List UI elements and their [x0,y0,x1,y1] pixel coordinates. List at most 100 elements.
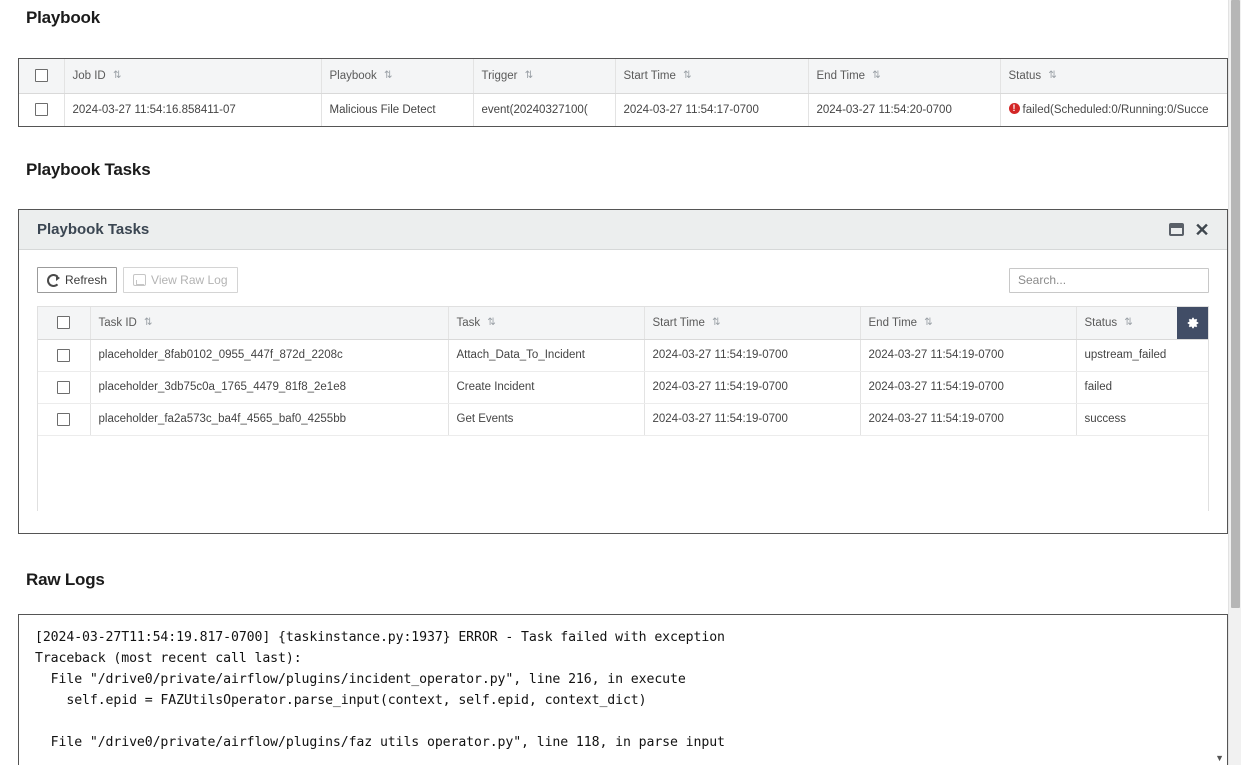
panel-header: Playbook Tasks ✕ [19,210,1227,250]
column-header-label: Start Time [653,317,705,329]
column-header-end-time[interactable]: End Time ⇅ [808,59,1000,93]
cell-status: failed [1076,371,1209,403]
tasks-grid: Task ID ⇅ Task ⇅ Start Time ⇅ [38,307,1209,436]
select-all-checkbox[interactable] [35,69,48,82]
column-header-task[interactable]: Task ⇅ [448,307,644,339]
scrollbar[interactable] [1228,0,1241,765]
tasks-select-all-header[interactable] [38,307,90,339]
sort-icon[interactable]: ⇅ [712,318,720,328]
cell-start-time: 2024-03-27 11:54:19-0700 [644,371,860,403]
cell-task-id: placeholder_3db75c0a_1765_4479_81f8_2e1e… [90,371,448,403]
page-root: Playbook [0,0,1241,765]
column-header-label: End Time [817,70,866,82]
column-header-label: Status [1085,317,1118,329]
tasks-table: Task ID ⇅ Task ⇅ Start Time ⇅ [37,306,1209,511]
select-all-checkbox[interactable] [57,316,70,329]
raw-log-icon [133,274,146,286]
raw-logs-panel[interactable]: [2024-03-27T11:54:19.817-0700] {taskinst… [18,614,1228,765]
playbook-tasks-section-title: Playbook Tasks [26,160,150,180]
row-checkbox[interactable] [57,349,70,362]
tasks-header-row: Task ID ⇅ Task ⇅ Start Time ⇅ [38,307,1209,339]
search-input[interactable] [1009,268,1209,293]
cell-status: success [1076,403,1209,435]
sort-icon[interactable]: ⇅ [924,318,932,328]
row-checkbox[interactable] [57,413,70,426]
status-badge: failed(Scheduled:0/Running:0/Succe [1023,104,1209,116]
playbook-table: Job ID ⇅ Playbook ⇅ Trigger ⇅ Start Ti [18,58,1228,127]
playbook-grid: Job ID ⇅ Playbook ⇅ Trigger ⇅ Start Ti [19,59,1228,126]
column-header-label: Status [1009,70,1042,82]
gear-icon[interactable] [1177,307,1208,339]
column-header-label: End Time [869,317,918,329]
cell-trigger: event(20240327100( [473,93,615,126]
column-header-label: Job ID [73,70,106,82]
cell-start-time: 2024-03-27 11:54:19-0700 [644,339,860,371]
playbook-header-row: Job ID ⇅ Playbook ⇅ Trigger ⇅ Start Ti [19,59,1228,93]
error-circle-icon [1009,103,1020,114]
refresh-icon [47,274,60,287]
table-row[interactable]: placeholder_8fab0102_0955_447f_872d_2208… [38,339,1209,371]
tasks-table-empty-area [38,436,1208,509]
column-header-job-id[interactable]: Job ID ⇅ [64,59,321,93]
cell-task-id: placeholder_fa2a573c_ba4f_4565_baf0_4255… [90,403,448,435]
column-header-label: Trigger [482,70,518,82]
scrollbar-thumb[interactable] [1231,0,1240,608]
close-icon[interactable]: ✕ [1189,217,1215,243]
cell-task: Create Incident [448,371,644,403]
cell-status: failed(Scheduled:0/Running:0/Succe [1000,93,1228,126]
column-header-task-id[interactable]: Task ID ⇅ [90,307,448,339]
tasks-toolbar: Refresh View Raw Log [37,266,1209,294]
sort-icon[interactable]: ⇅ [683,71,691,81]
row-select-cell[interactable] [38,339,90,371]
panel-body: Refresh View Raw Log [19,250,1227,532]
cell-playbook: Malicious File Detect [321,93,473,126]
sort-icon[interactable]: ⇅ [1124,318,1132,328]
column-header-task-start-time[interactable]: Start Time ⇅ [644,307,860,339]
cell-status: upstream_failed [1076,339,1209,371]
sort-icon[interactable]: ⇅ [384,71,392,81]
cell-task: Get Events [448,403,644,435]
cell-task: Attach_Data_To_Incident [448,339,644,371]
restore-window-icon[interactable] [1163,217,1189,243]
sort-icon[interactable]: ⇅ [487,318,495,328]
cell-start-time: 2024-03-27 11:54:17-0700 [615,93,808,126]
cell-end-time: 2024-03-27 11:54:19-0700 [860,371,1076,403]
sort-icon[interactable]: ⇅ [525,71,533,81]
row-select-cell[interactable] [19,93,64,126]
select-all-header[interactable] [19,59,64,93]
row-select-cell[interactable] [38,403,90,435]
column-header-start-time[interactable]: Start Time ⇅ [615,59,808,93]
cell-job-id: 2024-03-27 11:54:16.858411-07 [64,93,321,126]
scroll-down-arrow-icon[interactable]: ▼ [1215,754,1224,763]
raw-logs-text: [2024-03-27T11:54:19.817-0700] {taskinst… [35,627,1227,753]
column-header-label: Playbook [330,70,377,82]
row-checkbox[interactable] [35,103,48,116]
sort-icon[interactable]: ⇅ [1048,71,1056,81]
column-header-task-end-time[interactable]: End Time ⇅ [860,307,1076,339]
playbook-tasks-panel: Playbook Tasks ✕ Refresh View Raw Lo [18,209,1228,534]
table-row[interactable]: 2024-03-27 11:54:16.858411-07 Malicious … [19,93,1228,126]
row-select-cell[interactable] [38,371,90,403]
view-raw-log-button-label: View Raw Log [151,273,228,287]
refresh-button-label: Refresh [65,273,107,287]
table-row[interactable]: placeholder_3db75c0a_1765_4479_81f8_2e1e… [38,371,1209,403]
column-header-label: Task [457,317,481,329]
cell-start-time: 2024-03-27 11:54:19-0700 [644,403,860,435]
column-header-status[interactable]: Status ⇅ [1000,59,1228,93]
playbook-section-title: Playbook [26,8,100,28]
table-row[interactable]: placeholder_fa2a573c_ba4f_4565_baf0_4255… [38,403,1209,435]
column-header-label: Task ID [99,317,137,329]
sort-icon[interactable]: ⇅ [144,318,152,328]
cell-end-time: 2024-03-27 11:54:19-0700 [860,339,1076,371]
cell-end-time: 2024-03-27 11:54:20-0700 [808,93,1000,126]
column-header-playbook[interactable]: Playbook ⇅ [321,59,473,93]
cell-end-time: 2024-03-27 11:54:19-0700 [860,403,1076,435]
refresh-button[interactable]: Refresh [37,267,117,293]
column-header-trigger[interactable]: Trigger ⇅ [473,59,615,93]
column-header-label: Start Time [624,70,676,82]
view-raw-log-button[interactable]: View Raw Log [123,267,238,293]
row-checkbox[interactable] [57,381,70,394]
page-content: Playbook [0,0,1228,765]
sort-icon[interactable]: ⇅ [872,71,880,81]
sort-icon[interactable]: ⇅ [113,71,121,81]
